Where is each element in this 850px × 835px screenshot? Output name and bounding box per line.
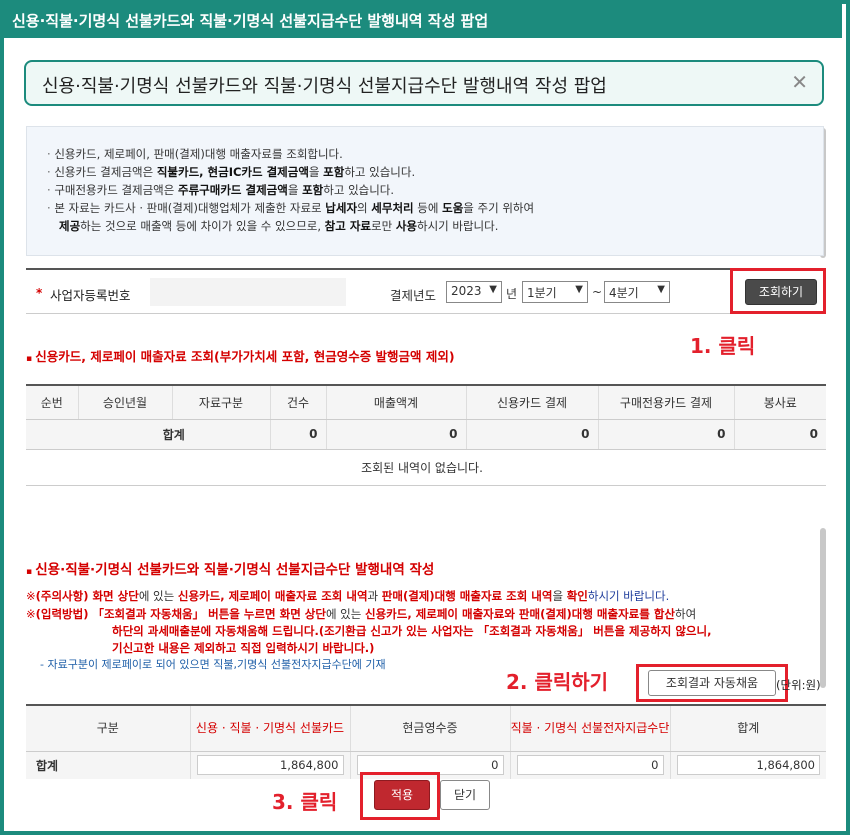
table-total-row: 합계 0 0 0 0 0 <box>26 419 826 450</box>
close-icon[interactable]: ✕ <box>791 70 808 94</box>
section2-title: 신용·직불·기명식 선불카드와 직불·기명식 선불지급수단 발행내역 작성 <box>26 558 434 578</box>
warning-line-2: ※(입력방법) 「조회결과 자동채움」 버튼을 누르면 화면 상단에 있는 신용… <box>26 607 697 621</box>
year-label: 결제년도 <box>390 288 437 303</box>
notice-line-2: 신용카드 결제금액은 직불카드, 현금IC카드 결제금액을 포함하고 있습니다. <box>47 163 823 181</box>
zeropay-note: - 자료구분이 제로페이로 되어 있으면 직불,기명식 선불전자지급수단에 기재 <box>40 658 386 671</box>
total-cell: 0 <box>269 419 326 450</box>
notice-line-3: 구매전용카드 결제금액은 주류구매카드 결제금액을 포함하고 있습니다. <box>47 181 823 199</box>
search-bar: * 사업자등록번호 결제년도 2023 ▼ 년 1분기 ▼ ~ 4분기 ▼ 조회하기 <box>26 268 824 314</box>
popup-header: 신용·직불·기명식 선불카드와 직불·기명식 선불지급수단 발행내역 작성 팝업… <box>24 60 824 106</box>
warning-line-3: 하단의 과세매출분에 자동채움해 드립니다.(조기환급 신고가 있는 사업자는 … <box>112 624 712 638</box>
table-empty-row: 조회된 내역이 없습니다. <box>26 449 826 486</box>
notice-line-5: 제공하는 것으로 매출액 등에 차이가 있을 수 있으므로, 참고 자료로만 사… <box>59 219 499 233</box>
col-header: 현금영수증 <box>349 704 510 752</box>
warning-line-1: ※(주의사항) 화면 상단에 있는 신용카드, 제로페이 매출자료 조회 내역과… <box>26 589 670 603</box>
amount-field[interactable]: 1,864,800 <box>676 755 820 776</box>
bizno-label: 사업자등록번호 <box>50 288 131 303</box>
total-label: 합계 <box>26 419 270 450</box>
notice-line-4: 본 자료는 카드사 · 판매(결제)대행업체가 제출한 자료로 납세자의 세무처… <box>47 199 823 217</box>
notice-line-1: 신용카드, 제로페이, 판매(결제)대행 매출자료를 조회합니다. <box>47 145 823 163</box>
col-header: 신용카드 결제 <box>465 384 598 420</box>
total-cell: 0 <box>597 419 734 450</box>
table-header-row: 구분 신용 · 직불 · 기명식 선불카드 현금영수증 직불 · 기명식 선불전… <box>26 704 826 752</box>
annotation-step-1: 1. 클릭 <box>690 334 756 358</box>
total-cell: 0 <box>325 419 466 450</box>
section1-title: 신용카드, 제로페이 매출자료 조회(부가가치세 포함, 현금영수증 발행금액 … <box>26 346 454 365</box>
col-header: 자료구분 <box>171 384 270 420</box>
popup-content: 신용카드, 제로페이, 판매(결제)대행 매출자료를 조회합니다. 신용카드 결… <box>24 126 830 835</box>
col-header: 순번 <box>26 384 78 420</box>
autofill-button[interactable]: 조회결과 자동채움 <box>648 670 776 696</box>
total-cell: 0 <box>465 419 598 450</box>
issuance-table: 구분 신용 · 직불 · 기명식 선불카드 현금영수증 직불 · 기명식 선불전… <box>26 704 826 779</box>
chevron-down-icon: ▼ <box>657 284 665 295</box>
sales-table: 순번 승인년월 자료구분 건수 매출액계 신용카드 결제 구매전용카드 결제 봉… <box>26 384 826 486</box>
col-header: 직불 · 기명식 선불전자지급수단 <box>509 704 670 752</box>
highlight-box-search <box>730 268 826 314</box>
total-cell: 0 <box>509 751 670 779</box>
total-cell: 1,864,800 <box>669 751 826 779</box>
col-header: 승인년월 <box>77 384 172 420</box>
col-header: 구분 <box>26 704 190 752</box>
col-header: 구매전용카드 결제 <box>597 384 734 420</box>
required-mark: * <box>36 286 43 300</box>
year-select[interactable]: 2023 ▼ <box>446 281 502 303</box>
bizno-input[interactable] <box>150 278 346 306</box>
annotation-step-2: 2. 클릭하기 <box>506 670 609 694</box>
table-header-row: 순번 승인년월 자료구분 건수 매출액계 신용카드 결제 구매전용카드 결제 봉… <box>26 384 826 420</box>
col-header: 매출액계 <box>325 384 466 420</box>
chevron-down-icon: ▼ <box>575 284 583 295</box>
col-header: 신용 · 직불 · 기명식 선불카드 <box>189 704 350 752</box>
range-tilde: ~ <box>592 285 603 299</box>
annotation-step-3: 3. 클릭 <box>272 790 338 814</box>
quarter-to-select[interactable]: 4분기 ▼ <box>604 281 670 303</box>
total-cell: 1,864,800 <box>189 751 350 779</box>
chevron-down-icon: ▼ <box>489 284 497 295</box>
total-cell: 0 <box>733 419 826 450</box>
notice-box: 신용카드, 제로페이, 판매(결제)대행 매출자료를 조회합니다. 신용카드 결… <box>26 126 824 256</box>
unit-label: (단위:원) <box>776 678 821 692</box>
col-header: 건수 <box>269 384 326 420</box>
empty-message: 조회된 내역이 없습니다. <box>26 449 826 486</box>
total-label: 합계 <box>26 751 190 779</box>
col-header: 봉사료 <box>733 384 826 420</box>
apply-button[interactable]: 적용 <box>374 780 430 810</box>
year-unit: 년 <box>506 287 518 301</box>
close-button[interactable]: 닫기 <box>440 780 490 810</box>
warning-line-4: 기신고한 내용은 제외하고 직접 입력하시기 바랍니다.) <box>112 641 375 655</box>
amount-field[interactable]: 0 <box>516 755 664 776</box>
quarter-from-select[interactable]: 1분기 ▼ <box>522 281 588 303</box>
col-header: 합계 <box>669 704 826 752</box>
window-title: 신용·직불·기명식 선불카드와 직불·기명식 선불지급수단 발행내역 작성 팝업 <box>0 0 842 38</box>
popup-title: 신용·직불·기명식 선불카드와 직불·기명식 선불지급수단 발행내역 작성 팝업 <box>42 76 607 97</box>
amount-field[interactable]: 1,864,800 <box>196 755 344 776</box>
